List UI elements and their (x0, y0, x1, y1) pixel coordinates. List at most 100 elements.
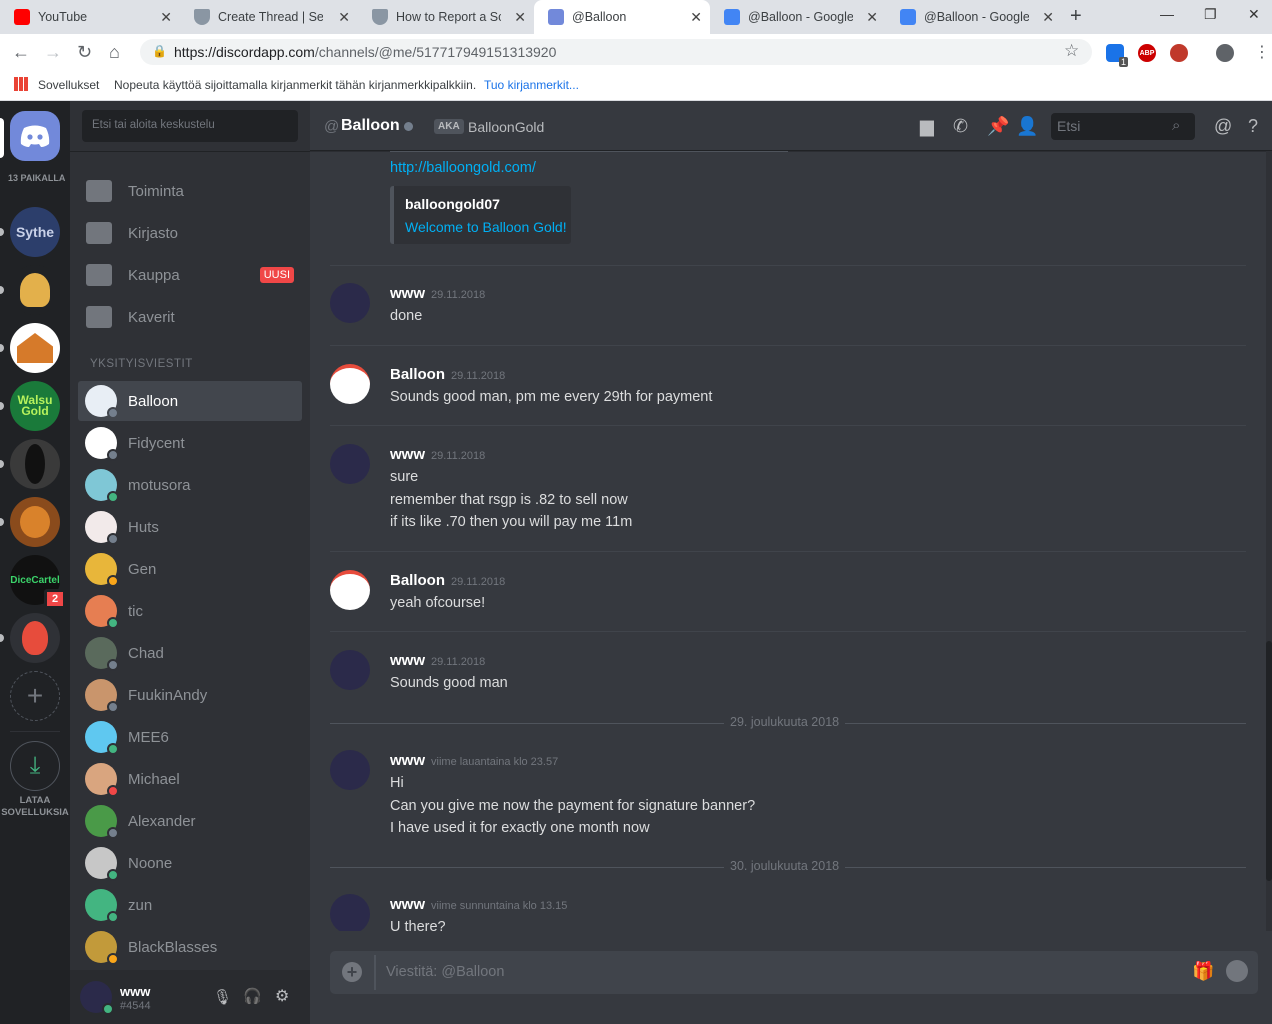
minimize-icon[interactable]: — (1160, 6, 1174, 22)
server-hut[interactable] (10, 323, 60, 373)
extension-icon[interactable]: 1 (1106, 44, 1128, 67)
message-avatar[interactable] (330, 570, 370, 610)
forward-icon[interactable]: → (44, 42, 62, 63)
star-icon[interactable]: ☆ (1064, 41, 1079, 61)
message-avatar[interactable] (330, 283, 370, 323)
new-tab-button[interactable]: + (1070, 5, 1082, 28)
dm-item[interactable]: Fidycent (78, 423, 302, 463)
add-friend-icon[interactable]: 👤 (1016, 116, 1038, 136)
nav-library[interactable]: Kirjasto (78, 213, 302, 253)
dm-item[interactable]: Balloon (78, 381, 302, 421)
tab-youtube[interactable]: YouTube ✕ (0, 0, 180, 34)
message-avatar[interactable] (330, 750, 370, 790)
scrollbar-thumb[interactable] (1266, 641, 1272, 881)
message-avatar[interactable] (330, 650, 370, 690)
apps-icon[interactable] (14, 77, 28, 91)
mute-mic-icon[interactable]: 🎙 (213, 988, 232, 1006)
help-icon[interactable]: ? (1248, 116, 1268, 136)
nav-activity[interactable]: Toiminta (78, 171, 302, 211)
pin-icon[interactable]: 📌 (987, 116, 1009, 136)
server-sythe[interactable]: Sythe (10, 207, 60, 257)
avatar[interactable] (80, 981, 114, 1015)
server-label: Sythe (15, 224, 55, 240)
upload-plus-icon[interactable]: + (342, 962, 362, 982)
home-icon[interactable]: ⌂ (109, 42, 120, 63)
discord-home-button[interactable] (10, 111, 60, 161)
message-link[interactable]: http://balloongold.com/ (390, 160, 536, 176)
avatar (85, 763, 119, 797)
message-input[interactable]: Viestitä: @Balloon (386, 964, 504, 980)
dm-item[interactable]: BlackBlasses (78, 927, 302, 967)
message-author[interactable]: www viime lauantaina klo 23.57 (390, 752, 558, 769)
scrollbar[interactable] (1266, 151, 1272, 931)
dm-item[interactable]: Alexander (78, 801, 302, 841)
restore-icon[interactable]: ❐ (1204, 6, 1217, 23)
nav-friends[interactable]: Kaverit (78, 297, 302, 337)
apps-link[interactable]: Sovellukset (38, 78, 99, 92)
dm-item[interactable]: Michael (78, 759, 302, 799)
headphones-icon[interactable]: 🎧 (243, 987, 262, 1005)
server-walsu-gold[interactable]: Walsu Gold (10, 381, 60, 431)
dm-name: motusora (128, 476, 191, 494)
message-avatar[interactable] (330, 364, 370, 404)
message-avatar[interactable] (330, 894, 370, 934)
menu-icon[interactable]: ⋮ (1254, 42, 1270, 62)
message-composer[interactable]: + Viestitä: @Balloon 🎁 (330, 951, 1258, 994)
tab-create-thread[interactable]: Create Thread | Sell & ✕ (180, 0, 358, 34)
back-icon[interactable]: ← (12, 42, 30, 63)
video-call-icon[interactable]: ▆ (920, 116, 940, 136)
message-author[interactable]: www 29.11.2018 (390, 652, 485, 669)
dm-item[interactable]: Noone (78, 843, 302, 883)
nav-store[interactable]: Kauppa UUSI (78, 255, 302, 295)
server-balloon[interactable] (10, 613, 60, 663)
message-author[interactable]: Balloon 29.11.2018 (390, 366, 505, 383)
adblock-icon[interactable]: ABP (1138, 44, 1156, 62)
message-author[interactable]: www 29.11.2018 (390, 446, 485, 463)
settings-gear-icon[interactable]: ⚙ (275, 986, 289, 1006)
import-bookmarks-link[interactable]: Tuo kirjanmerkit... (484, 78, 579, 92)
message-avatar[interactable] (330, 444, 370, 484)
server-crow[interactable] (10, 439, 60, 489)
server-lion[interactable] (10, 497, 60, 547)
dm-item[interactable]: Huts (78, 507, 302, 547)
close-icon[interactable]: ✕ (338, 9, 350, 26)
dm-item[interactable]: MEE6 (78, 717, 302, 757)
server-handshake[interactable] (10, 265, 60, 315)
lion-icon (20, 506, 50, 538)
download-apps-button[interactable]: ⤓ (10, 741, 60, 791)
extension-tv-icon[interactable] (1170, 44, 1188, 62)
close-icon[interactable]: ✕ (1042, 9, 1054, 26)
close-icon[interactable]: ✕ (514, 9, 526, 26)
reload-icon[interactable]: ↻ (77, 42, 92, 63)
tab-report-scam[interactable]: How to Report a Scam ✕ (358, 0, 534, 34)
search-input[interactable]: Etsi tai aloita keskustelu (82, 110, 298, 142)
add-server-button[interactable]: + (10, 671, 60, 721)
emoji-icon[interactable] (1226, 960, 1248, 982)
dm-item[interactable]: FuukinAndy (78, 675, 302, 715)
message-author[interactable]: www viime sunnuntaina klo 13.15 (390, 896, 567, 913)
dm-item[interactable]: zun (78, 885, 302, 925)
embed-link[interactable]: Welcome to Balloon Gold! (405, 219, 567, 235)
close-window-icon[interactable]: ✕ (1248, 6, 1260, 23)
close-icon[interactable]: ✕ (690, 9, 702, 26)
message-author[interactable]: Balloon 29.11.2018 (390, 572, 505, 589)
message-author[interactable]: www 29.11.2018 (390, 285, 485, 302)
dm-item[interactable]: tic (78, 591, 302, 631)
dm-item[interactable]: motusora (78, 465, 302, 505)
url-text[interactable]: https://discordapp.com/channels/@me/5177… (174, 44, 556, 60)
dm-item[interactable]: Gen (78, 549, 302, 589)
status-indicator (107, 491, 119, 503)
lock-icon: 🔒 (152, 44, 167, 58)
gift-icon[interactable]: 🎁 (1192, 961, 1214, 982)
dm-item[interactable]: Chad (78, 633, 302, 673)
tab-balloon-google-1[interactable]: @Balloon - Google C ✕ (710, 0, 886, 34)
mentions-icon[interactable]: @ (1214, 116, 1234, 136)
voice-call-icon[interactable]: ✆ (953, 116, 973, 136)
avatar (85, 721, 119, 755)
browser-tab-strip: YouTube ✕ Create Thread | Sell & ✕ How t… (0, 0, 1272, 34)
close-icon[interactable]: ✕ (160, 9, 172, 26)
close-icon[interactable]: ✕ (866, 9, 878, 26)
profile-icon[interactable] (1216, 44, 1234, 62)
tab-balloon-google-2[interactable]: @Balloon - Google C ✕ (886, 0, 1062, 34)
tab-balloon-active[interactable]: @Balloon ✕ (534, 0, 710, 34)
